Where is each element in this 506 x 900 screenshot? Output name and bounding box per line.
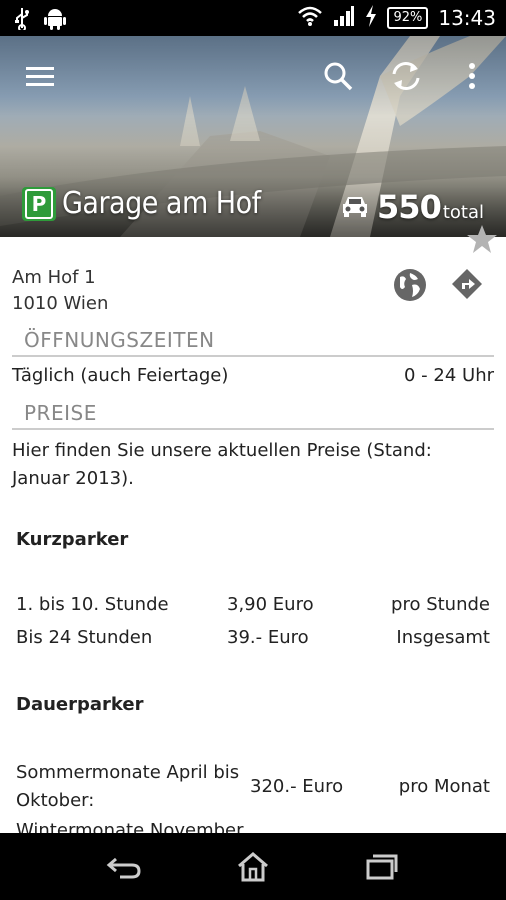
recent-apps-button[interactable] (352, 842, 412, 892)
system-nav-bar (0, 833, 506, 900)
search-icon (324, 62, 353, 91)
usb-icon (14, 6, 30, 34)
website-button[interactable] (392, 267, 428, 307)
garage-details[interactable]: Am Hof 1 1010 Wien ÖFFNUNGSZEITEN Täglic… (0, 237, 506, 833)
price-label: 1. bis 10. Stunde (16, 594, 169, 615)
overflow-menu-button[interactable] (450, 54, 494, 98)
hours-label: Täglich (auch Feiertage) (12, 365, 229, 386)
section-header-hours: ÖFFNUNGSZEITEN (12, 325, 494, 357)
price-label: Bis 24 Stunden (16, 627, 153, 648)
price-amount: 3,90 Euro (227, 594, 314, 615)
back-icon (107, 857, 141, 878)
dauerparker-title: Dauerparker (16, 694, 144, 715)
clock: 13:43 (438, 6, 496, 30)
price-label: Wintermonate November (16, 820, 244, 833)
address-street: Am Hof 1 (12, 267, 96, 288)
address-city: 1010 Wien (12, 293, 109, 314)
search-button[interactable] (316, 54, 360, 98)
price-label: Sommermonate April bis Oktober: (16, 762, 240, 811)
back-button[interactable] (94, 842, 154, 892)
signal-icon (333, 5, 355, 31)
capacity-unit: total (442, 202, 484, 223)
opening-hours-row: Täglich (auch Feiertage) 0 - 24 Uhr (12, 365, 494, 386)
address: Am Hof 1 1010 Wien (12, 265, 108, 317)
directions-button[interactable] (450, 267, 484, 307)
home-icon (238, 851, 268, 881)
garage-title-row: P Garage am Hof (22, 186, 261, 221)
charging-icon (365, 5, 377, 31)
price-amount: 320.- Euro (250, 776, 344, 797)
price-unit: Insgesamt (396, 627, 490, 648)
home-button[interactable] (223, 842, 283, 892)
directions-icon (452, 269, 482, 299)
capacity-count: 550 (377, 188, 442, 226)
recent-apps-icon (366, 854, 398, 879)
kurzparker-title: Kurzparker (16, 529, 129, 550)
overflow-icon (469, 63, 475, 89)
favorite-button[interactable] (466, 223, 498, 259)
hours-value: 0 - 24 Uhr (404, 365, 494, 386)
car-icon (343, 197, 368, 217)
prices-intro: Hier finden Sie unsere aktuellen Preise … (12, 440, 432, 489)
wifi-icon (297, 5, 323, 31)
menu-icon (26, 67, 54, 86)
header-image: P Garage am Hof 550 total (0, 36, 506, 237)
parking-icon: P (22, 186, 56, 221)
section-header-prices: PREISE (12, 398, 494, 430)
globe-icon (394, 269, 426, 301)
capacity-indicator: 550 total (341, 188, 484, 226)
refresh-icon (392, 62, 420, 90)
price-amount: 39.- Euro (227, 627, 309, 648)
menu-button[interactable] (18, 54, 62, 98)
garage-name: Garage am Hof (62, 186, 261, 221)
refresh-button[interactable] (384, 54, 428, 98)
price-unit: pro Monat (398, 776, 490, 797)
star-icon (467, 225, 497, 253)
battery-icon: 92% (387, 7, 429, 29)
price-unit: pro Stunde (391, 594, 490, 615)
android-icon (44, 6, 66, 34)
status-bar: 92% 13:43 (0, 0, 506, 36)
address-actions (392, 267, 484, 307)
